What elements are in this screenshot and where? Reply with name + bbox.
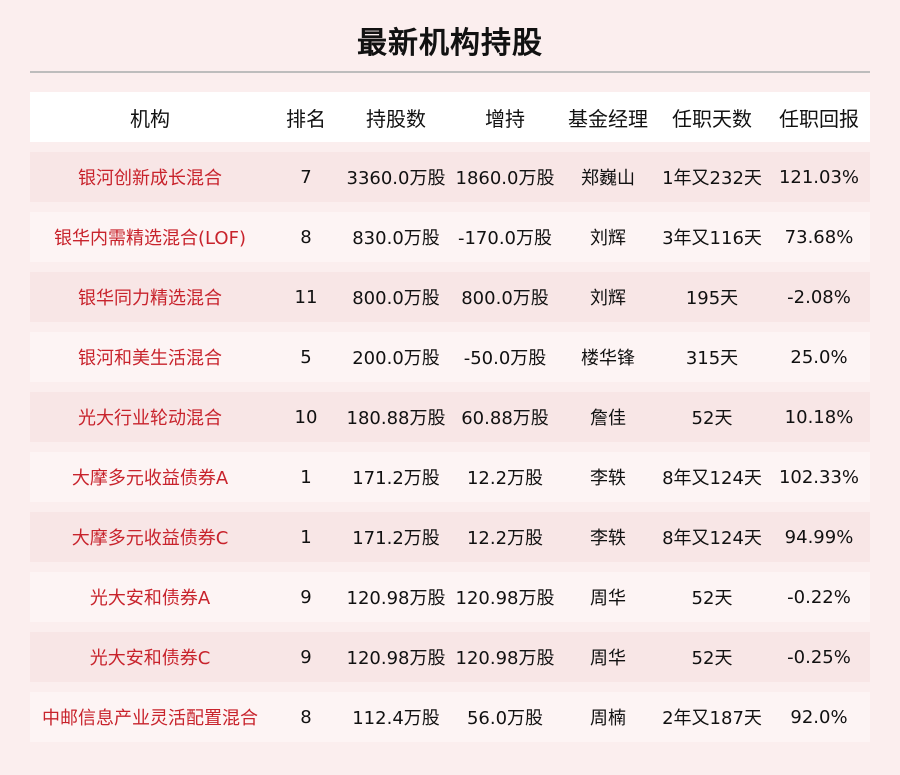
- manager-cell: 周楠: [590, 708, 626, 729]
- shares-cell: 120.98万股: [346, 588, 446, 609]
- increase-cell: 120.98万股: [455, 588, 555, 609]
- manager-cell: 刘辉: [590, 228, 626, 249]
- institution-cell: 银华内需精选混合(LOF): [54, 228, 246, 249]
- table-row: 光大安和债券C 9 120.98万股 120.98万股 周华 52天 -0.25%: [30, 632, 870, 682]
- institution-cell: 银河和美生活混合: [78, 348, 222, 369]
- shares-cell: 200.0万股: [352, 348, 440, 369]
- institution-cell: 中邮信息产业灵活配置混合: [42, 708, 258, 729]
- shares-cell: 830.0万股: [352, 228, 440, 249]
- increase-cell: -170.0万股: [457, 228, 553, 249]
- rank-cell: 10: [294, 406, 318, 428]
- increase-cell: 1860.0万股: [455, 168, 555, 189]
- tenure-return-cell: -2.08%: [787, 286, 851, 308]
- header-rank: 排名: [286, 106, 326, 131]
- rank-cell: 7: [300, 166, 312, 188]
- rank-cell: 11: [294, 286, 318, 308]
- holdings-table: 机构 排名 持股数 增持 基金经理 任职天数 任职回报 银河创新成长混合 7 336…: [30, 92, 870, 752]
- manager-cell: 周华: [590, 648, 626, 669]
- institution-cell: 大摩多元收益债券A: [71, 468, 229, 489]
- shares-cell: 171.2万股: [352, 468, 440, 489]
- increase-cell: -50.0万股: [463, 348, 547, 369]
- manager-cell: 郑巍山: [581, 168, 635, 189]
- rank-cell: 9: [300, 646, 312, 668]
- table-row: 大摩多元收益债券C 1 171.2万股 12.2万股 李轶 8年又124天 94.99%: [30, 512, 870, 562]
- table-row: 光大安和债券A 9 120.98万股 120.98万股 周华 52天 -0.22%: [30, 572, 870, 622]
- tenure-return-cell: 10.18%: [784, 406, 854, 428]
- increase-cell: 120.98万股: [455, 648, 555, 669]
- tenure-return-cell: 94.99%: [784, 526, 854, 548]
- manager-cell: 楼华锋: [581, 348, 635, 369]
- manager-cell: 周华: [590, 588, 626, 609]
- tenure-days-cell: 3年又116天: [662, 228, 762, 249]
- tenure-days-cell: 52天: [691, 408, 733, 429]
- institution-cell: 光大安和债券C: [89, 648, 211, 669]
- institution-cell: 银华同力精选混合: [78, 288, 222, 309]
- table-header-row: 机构 排名 持股数 增持 基金经理 任职天数 任职回报: [30, 92, 870, 142]
- institution-cell: 光大行业轮动混合: [78, 408, 222, 429]
- table-row: 银河和美生活混合 5 200.0万股 -50.0万股 楼华锋 315天 25.0%: [30, 332, 870, 382]
- tenure-days-cell: 52天: [691, 648, 733, 669]
- header-tenure-return: 任职回报: [779, 106, 859, 131]
- tenure-days-cell: 1年又232天: [662, 168, 762, 189]
- increase-cell: 800.0万股: [461, 288, 549, 309]
- rank-cell: 9: [300, 586, 312, 608]
- tenure-days-cell: 52天: [691, 588, 733, 609]
- table-row: 光大行业轮动混合 10 180.88万股 60.88万股 詹佳 52天 10.18%: [30, 392, 870, 442]
- page-title: 最新机构持股: [357, 26, 543, 61]
- manager-cell: 詹佳: [590, 408, 626, 429]
- title-divider: [30, 71, 870, 73]
- rank-cell: 8: [300, 706, 312, 728]
- institution-cell: 银河创新成长混合: [78, 168, 222, 189]
- tenure-return-cell: 25.0%: [790, 346, 848, 368]
- increase-cell: 56.0万股: [466, 708, 544, 729]
- table-row: 大摩多元收益债券A 1 171.2万股 12.2万股 李轶 8年又124天 102.33%: [30, 452, 870, 502]
- table-row: 银华内需精选混合(LOF) 8 830.0万股 -170.0万股 刘辉 3年又116天 73…: [30, 212, 870, 262]
- institution-cell: 大摩多元收益债券C: [71, 528, 229, 549]
- header-increase: 增持: [485, 106, 525, 131]
- table-row: 银华同力精选混合 11 800.0万股 800.0万股 刘辉 195天 -2.08%: [30, 272, 870, 322]
- tenure-return-cell: 73.68%: [784, 226, 854, 248]
- tenure-days-cell: 195天: [685, 288, 739, 309]
- tenure-return-cell: 92.0%: [790, 706, 848, 728]
- manager-cell: 刘辉: [590, 288, 626, 309]
- tenure-return-cell: 102.33%: [778, 466, 860, 488]
- rank-cell: 1: [300, 526, 312, 548]
- increase-cell: 12.2万股: [466, 528, 544, 549]
- shares-cell: 800.0万股: [352, 288, 440, 309]
- header-shares: 持股数: [366, 106, 426, 131]
- shares-cell: 3360.0万股: [346, 168, 446, 189]
- shares-cell: 120.98万股: [346, 648, 446, 669]
- header-manager: 基金经理: [568, 106, 648, 131]
- tenure-days-cell: 8年又124天: [662, 528, 762, 549]
- rank-cell: 8: [300, 226, 312, 248]
- tenure-return-cell: -0.22%: [787, 586, 851, 608]
- shares-cell: 171.2万股: [352, 528, 440, 549]
- tenure-days-cell: 315天: [685, 348, 739, 369]
- tenure-return-cell: -0.25%: [787, 646, 851, 668]
- header-tenure-days: 任职天数: [672, 106, 752, 131]
- table-row: 中邮信息产业灵活配置混合 8 112.4万股 56.0万股 周楠 2年又187天 92.0%: [30, 692, 870, 742]
- table-row: 银河创新成长混合 7 3360.0万股 1860.0万股 郑巍山 1年又232天 121.0…: [30, 152, 870, 202]
- increase-cell: 60.88万股: [461, 408, 549, 429]
- institution-cell: 光大安和债券A: [89, 588, 211, 609]
- tenure-return-cell: 121.03%: [778, 166, 860, 188]
- increase-cell: 12.2万股: [466, 468, 544, 489]
- tenure-days-cell: 2年又187天: [662, 708, 762, 729]
- manager-cell: 李轶: [590, 528, 626, 549]
- header-institution: 机构: [130, 106, 170, 131]
- shares-cell: 180.88万股: [346, 408, 446, 429]
- shares-cell: 112.4万股: [352, 708, 440, 729]
- tenure-days-cell: 8年又124天: [662, 468, 762, 489]
- rank-cell: 5: [300, 346, 312, 368]
- manager-cell: 李轶: [590, 468, 626, 489]
- rank-cell: 1: [300, 466, 312, 488]
